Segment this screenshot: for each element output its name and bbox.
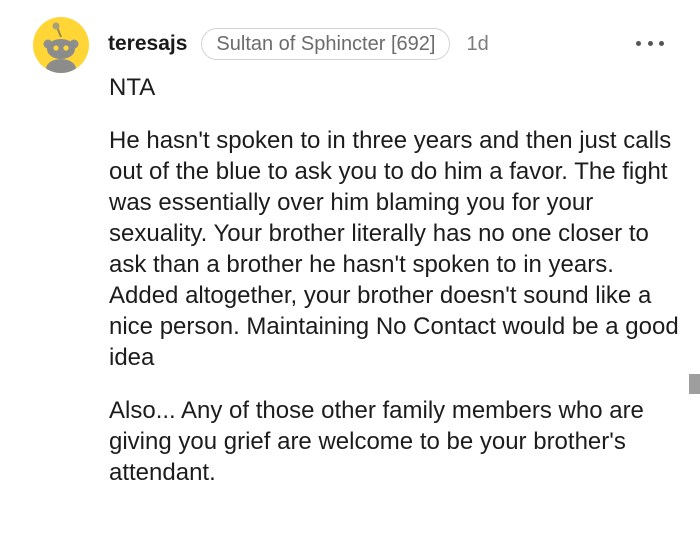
comment-timestamp[interactable]: 1d [466,33,488,56]
username-link[interactable]: teresajs [108,32,187,56]
user-flair-badge: Sultan of Sphincter [692] [201,28,451,60]
more-options-button[interactable] [636,36,664,50]
snoo-avatar-icon [43,22,79,73]
comment-body: NTA He hasn't spoken to in three years a… [109,72,684,488]
comment-paragraph: Also... Any of those other family member… [109,397,644,486]
more-options-dot [647,40,653,46]
comment-paragraph: He hasn't spoken to in three years and t… [109,127,679,371]
user-avatar[interactable] [33,17,89,73]
more-options-icon [636,40,641,46]
comment-paragraph: NTA [109,74,156,101]
scrollbar-thumb[interactable] [689,374,700,394]
more-options-dot [659,40,664,46]
comment-header: teresajs Sultan of Sphincter [692] 1d [108,27,489,61]
